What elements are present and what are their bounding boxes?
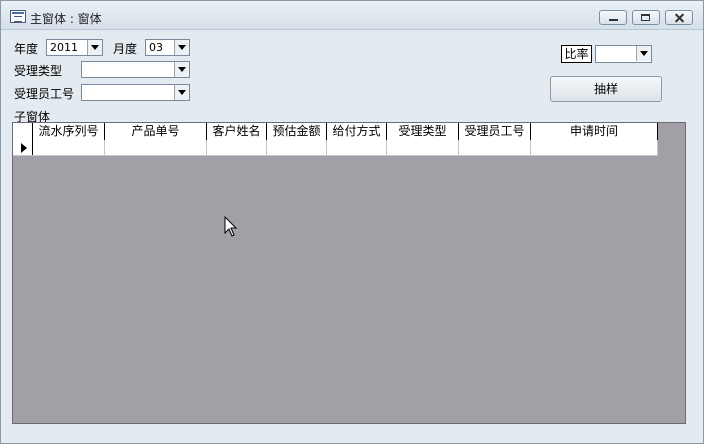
column-header[interactable]: 流水序列号: [33, 123, 105, 140]
chevron-down-icon[interactable]: [174, 62, 189, 77]
year-value: 2011: [50, 41, 78, 54]
chevron-down-icon[interactable]: [174, 85, 189, 100]
minimize-icon[interactable]: [599, 10, 627, 25]
accept-type-label: 受理类型: [14, 64, 63, 78]
table-cell[interactable]: [459, 140, 531, 155]
close-icon[interactable]: [665, 10, 693, 25]
table-cell[interactable]: [531, 140, 658, 155]
window-title: 主窗体 : 窗体: [30, 12, 102, 26]
record-selector[interactable]: [13, 140, 33, 155]
chevron-down-icon[interactable]: [636, 46, 651, 61]
sample-button[interactable]: 抽样: [550, 76, 662, 102]
ratio-combo[interactable]: [595, 45, 652, 63]
operator-id-combo[interactable]: [81, 84, 190, 101]
month-label: 月度: [113, 42, 138, 56]
column-header[interactable]: 预估金额: [267, 123, 327, 140]
ratio-label: 比率: [561, 45, 592, 63]
accept-type-combo[interactable]: [81, 61, 190, 78]
table-cell[interactable]: [267, 140, 327, 155]
operator-id-label: 受理员工号: [14, 87, 75, 101]
month-value: 03: [149, 41, 163, 54]
column-header[interactable]: 受理员工号: [459, 123, 531, 140]
form-icon: [10, 10, 26, 23]
table-cell[interactable]: [33, 140, 105, 155]
table-cell[interactable]: [327, 140, 387, 155]
chevron-down-icon[interactable]: [87, 40, 102, 55]
year-label: 年度: [14, 42, 39, 56]
table-cell[interactable]: [387, 140, 459, 155]
restore-icon[interactable]: [632, 10, 660, 25]
subform-datasheet[interactable]: 流水序列号 产品单号 客户姓名 预估金额 给付方式 受理类型 受理员工号 申请时…: [12, 122, 686, 424]
mouse-pointer-icon: [224, 216, 238, 237]
header-corner[interactable]: [13, 123, 33, 140]
column-header[interactable]: 客户姓名: [207, 123, 267, 140]
column-header[interactable]: 申请时间: [531, 123, 658, 140]
column-header[interactable]: 给付方式: [327, 123, 387, 140]
column-header[interactable]: 受理类型: [387, 123, 459, 140]
year-combo[interactable]: 2011: [46, 39, 103, 56]
chevron-down-icon[interactable]: [174, 40, 189, 55]
column-header[interactable]: 产品单号: [105, 123, 207, 140]
table-cell[interactable]: [207, 140, 267, 155]
title-bar: 主窗体 : 窗体: [1, 1, 703, 30]
table-cell[interactable]: [105, 140, 207, 155]
month-combo[interactable]: 03: [145, 39, 190, 56]
table-row[interactable]: [13, 140, 658, 156]
datasheet-header: 流水序列号 产品单号 客户姓名 预估金额 给付方式 受理类型 受理员工号 申请时…: [13, 123, 658, 141]
current-record-icon: [21, 143, 27, 153]
